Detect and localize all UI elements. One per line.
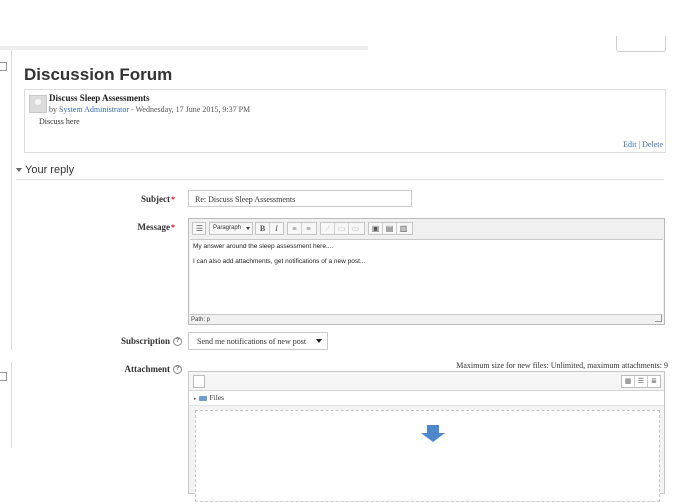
file-drop-zone[interactable] bbox=[195, 410, 660, 502]
message-editor: ☰ Paragraph BI ≡ ≡ ∕ ▭ ▭ ▣ ▤ ▥ My answer arou… bbox=[188, 218, 665, 325]
subscription-select-value: Send me notifications of new post bbox=[197, 337, 307, 346]
file-manager-toolbar: ▦ ☰ ≣ bbox=[189, 372, 664, 391]
text-style-group: BI bbox=[255, 222, 284, 235]
block-dock-icon[interactable] bbox=[0, 62, 7, 71]
file-manager: ▦ ☰ ≣ ▸ Files bbox=[188, 371, 665, 502]
folder-icon bbox=[198, 395, 207, 401]
list-group: ≡ ≡ bbox=[287, 222, 317, 235]
unlink-icon[interactable]: ▭ bbox=[335, 223, 349, 234]
subscription-label: Subscription? bbox=[62, 336, 182, 347]
editor-path: Path: p bbox=[191, 317, 211, 323]
post-author-link[interactable]: System Administrator bbox=[59, 105, 129, 114]
post-by-prefix: by bbox=[49, 105, 57, 114]
toolbar-toggle-icon[interactable]: ☰ bbox=[193, 223, 206, 234]
view-switcher: ▦ ☰ ≣ bbox=[621, 375, 661, 388]
subject-label: Subject* bbox=[55, 194, 175, 204]
collapse-caret-icon bbox=[16, 168, 22, 173]
media-group: ▣ ▤ ▥ bbox=[368, 222, 413, 235]
your-reply-section-toggle[interactable]: Your reply bbox=[16, 164, 74, 176]
user-avatar-icon[interactable] bbox=[29, 95, 47, 113]
message-textarea[interactable]: My answer around the sleep assessment he… bbox=[190, 239, 663, 315]
top-divider bbox=[0, 46, 368, 50]
post-commands: Edit | Delete bbox=[623, 140, 663, 149]
top-right-button[interactable] bbox=[616, 36, 666, 52]
message-line: My answer around the sleep assessment he… bbox=[193, 243, 334, 250]
post-byline: by System Administrator - Wednesday, 17 … bbox=[49, 105, 250, 114]
post-subject: Discuss Sleep Assessments bbox=[49, 93, 150, 103]
command-separator: | bbox=[638, 140, 641, 149]
toolbar-toggle-group: ☰ bbox=[192, 222, 206, 235]
drop-arrow-head-icon bbox=[421, 433, 445, 442]
anchor-icon[interactable]: ▭ bbox=[349, 223, 362, 234]
bold-icon[interactable]: B bbox=[256, 223, 270, 234]
manage-files-icon[interactable]: ▥ bbox=[397, 223, 410, 234]
select-arrow-icon bbox=[316, 339, 322, 343]
image-icon[interactable]: ▣ bbox=[369, 223, 383, 234]
message-label: Message* bbox=[55, 222, 176, 232]
delete-link[interactable]: Delete bbox=[642, 140, 663, 149]
link-group: ∕ ▭ ▭ bbox=[320, 222, 365, 235]
subscription-label-text: Subscription bbox=[120, 336, 170, 346]
format-select[interactable]: Paragraph bbox=[209, 222, 253, 235]
media-icon[interactable]: ▤ bbox=[383, 223, 397, 234]
subject-input[interactable]: Re: Discuss Sleep Assessments bbox=[188, 190, 412, 207]
expand-caret-icon[interactable]: ▸ bbox=[194, 397, 197, 402]
format-select-value: Paragraph bbox=[213, 225, 242, 231]
required-icon: * bbox=[171, 223, 175, 232]
message-line: I can also add attachments, get notifica… bbox=[193, 258, 366, 265]
resize-grip-icon[interactable] bbox=[655, 315, 662, 322]
drop-arrow-icon bbox=[427, 425, 439, 433]
add-file-icon[interactable] bbox=[193, 375, 205, 388]
help-icon[interactable]: ? bbox=[173, 337, 182, 347]
block-dock-icon[interactable] bbox=[0, 372, 7, 381]
bullet-list-icon[interactable]: ≡ bbox=[288, 223, 302, 234]
icons-view-icon[interactable]: ▦ bbox=[622, 376, 635, 387]
section-title: Your reply bbox=[25, 164, 75, 176]
edit-link[interactable]: Edit bbox=[623, 140, 636, 149]
attachment-label-text: Attachment bbox=[124, 364, 171, 374]
message-label-text: Message bbox=[137, 222, 171, 232]
page-title: Discussion Forum bbox=[24, 65, 173, 84]
left-block-edge bbox=[0, 50, 12, 350]
files-folder-link[interactable]: Files bbox=[210, 393, 225, 402]
max-size-note: Maximum size for new files: Unlimited, m… bbox=[456, 361, 668, 370]
section-divider bbox=[16, 179, 664, 180]
tree-view-icon[interactable]: ≣ bbox=[648, 376, 660, 387]
post-body: Discuss here bbox=[39, 117, 80, 126]
italic-icon[interactable]: I bbox=[270, 223, 283, 234]
post-date: - Wednesday, 17 June 2015, 9:37 PM bbox=[131, 105, 251, 114]
subject-label-text: Subject bbox=[141, 194, 170, 204]
file-path-bar: ▸ Files bbox=[189, 391, 664, 406]
numbered-list-icon[interactable]: ≡ bbox=[302, 223, 315, 234]
attachment-label: Attachment? bbox=[62, 364, 182, 375]
list-view-icon[interactable]: ☰ bbox=[635, 376, 648, 387]
link-icon[interactable]: ∕ bbox=[321, 223, 335, 234]
help-icon[interactable]: ? bbox=[173, 365, 182, 375]
format-dropdown-icon bbox=[246, 227, 250, 230]
forum-post: Discuss Sleep Assessments by System Admi… bbox=[24, 89, 666, 153]
subscription-select[interactable]: Send me notifications of new post bbox=[188, 332, 328, 350]
required-icon: * bbox=[171, 195, 175, 204]
